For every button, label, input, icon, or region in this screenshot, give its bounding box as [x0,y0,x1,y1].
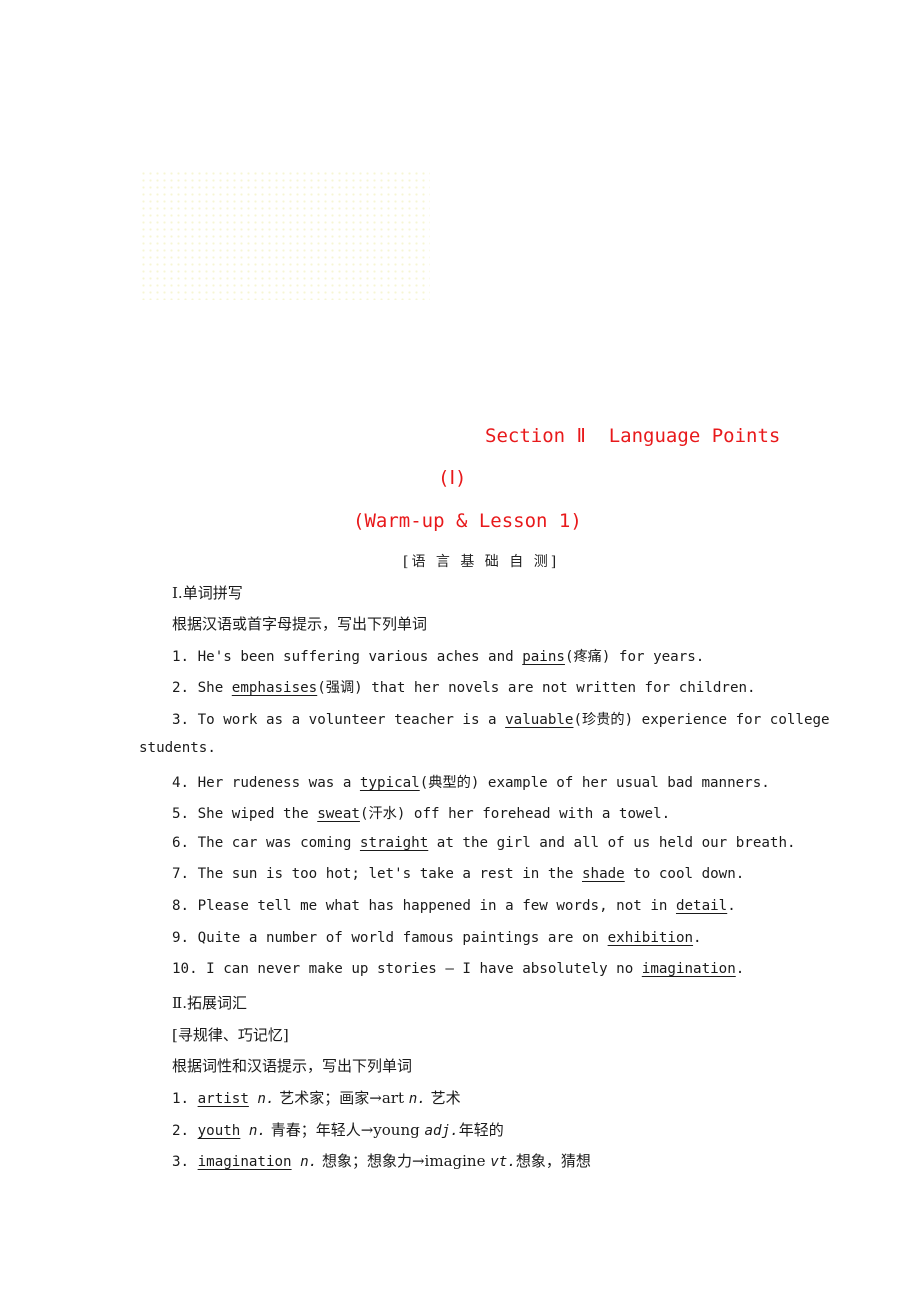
section-title: Section Ⅱ Language Points [485,425,781,447]
item-continuation: students. [139,740,216,756]
part2-heading: Ⅱ.拓展词汇 [172,994,247,1012]
item-text: 4. Her rudeness was a [172,775,360,791]
meaning: 想象，猜想 [515,1152,591,1170]
part-of-speech: vt. [490,1154,516,1170]
item-text: 7. The sun is too hot; let's take a rest… [172,866,582,882]
answer-word: imagination [641,961,736,977]
meaning: 想象；想象力→imagine [317,1152,491,1170]
section-number: (Ⅰ) [438,467,467,489]
item-text: 5. She wiped the [172,806,318,822]
spelling-item: 7. The sun is too hot; let's take a rest… [172,866,744,882]
item-text: 10. I can never make up stories — I have… [172,961,642,977]
spelling-item: 4. Her rudeness was a typical(典型的) examp… [172,772,770,792]
part-of-speech: n. [291,1154,318,1170]
watermark [140,170,430,300]
meaning: 艺术家；画家→art [274,1089,409,1107]
item-text: (汗水) off her forehead with a towel. [359,806,671,822]
spelling-item: 3. To work as a volunteer teacher is a v… [172,709,830,729]
answer-word: detail [675,898,728,914]
item-number: 1. [172,1091,198,1107]
part-of-speech: n. [240,1123,266,1139]
vocab-item: 3. imagination n. 想象；想象力→imagine vt.想象，猜… [172,1150,591,1171]
spelling-item: 8. Please tell me what has happened in a… [172,898,736,914]
item-text: 9. Quite a number of world famous painti… [172,930,608,946]
section-tag: [语 言 基 础 自 测] [403,554,560,570]
answer-word: artist [197,1091,249,1107]
section-subtitle: (Warm-up & Lesson 1) [353,510,582,532]
part-of-speech: adj. [424,1123,459,1139]
part-of-speech: n. [408,1091,426,1107]
spelling-item: 1. He's been suffering various aches and… [172,646,704,666]
answer-word: sweat [317,806,360,822]
answer-word: straight [359,835,429,851]
part2-instruction: 根据词性和汉语提示，写出下列单词 [172,1057,413,1075]
meaning: 青春；年轻人→young [265,1121,425,1139]
item-text: 3. To work as a volunteer teacher is a [172,712,506,728]
item-text: . [693,930,702,946]
item-text: to cool down. [624,866,745,882]
item-text: 8. Please tell me what has happened in a… [172,898,676,914]
spelling-item: 10. I can never make up stories — I have… [172,961,744,977]
part1-heading: Ⅰ.单词拼写 [172,584,243,602]
vocab-item: 2. youth n. 青春；年轻人→young adj.年轻的 [172,1119,504,1140]
answer-word: pains [522,649,565,665]
answer-word: youth [197,1123,241,1139]
vocab-item: 1. artist n. 艺术家；画家→art n. 艺术 [172,1087,461,1108]
spelling-item: 9. Quite a number of world famous painti… [172,930,702,946]
spelling-item: 6. The car was coming straight at the gi… [172,835,796,851]
item-text: . [735,961,745,977]
answer-word: imagination [197,1154,292,1170]
item-text: 6. The car was coming [172,835,360,851]
answer-word: valuable [505,712,574,728]
part-of-speech: n. [248,1091,275,1107]
answer-word: exhibition [607,930,694,946]
meaning: 年轻的 [458,1121,504,1139]
item-text: at the girl and all of us held our breat… [428,835,796,851]
answer-word: emphasises [231,680,318,696]
item-text: (疼痛) for years. [564,649,705,665]
answer-word: typical [359,775,420,791]
spelling-item: 5. She wiped the sweat(汗水) off her foreh… [172,803,670,823]
spelling-item: 2. She emphasises(强调) that her novels ar… [172,677,756,697]
meaning: 艺术 [425,1089,461,1107]
item-number: 3. [172,1154,198,1170]
item-number: 2. [172,1123,198,1139]
item-text: (强调) that her novels are not written for… [317,680,756,696]
answer-word: shade [582,866,625,882]
item-text: . [727,898,736,914]
item-text: 1. He's been suffering various aches and [172,649,523,665]
item-text: (珍贵的) experience for college [573,712,830,728]
part2-subheading: [寻规律、巧记忆] [172,1026,289,1044]
part1-instruction: 根据汉语或首字母提示，写出下列单词 [172,615,428,633]
item-text: (典型的) example of her usual bad manners. [419,775,770,791]
item-text: 2. She [172,680,232,696]
